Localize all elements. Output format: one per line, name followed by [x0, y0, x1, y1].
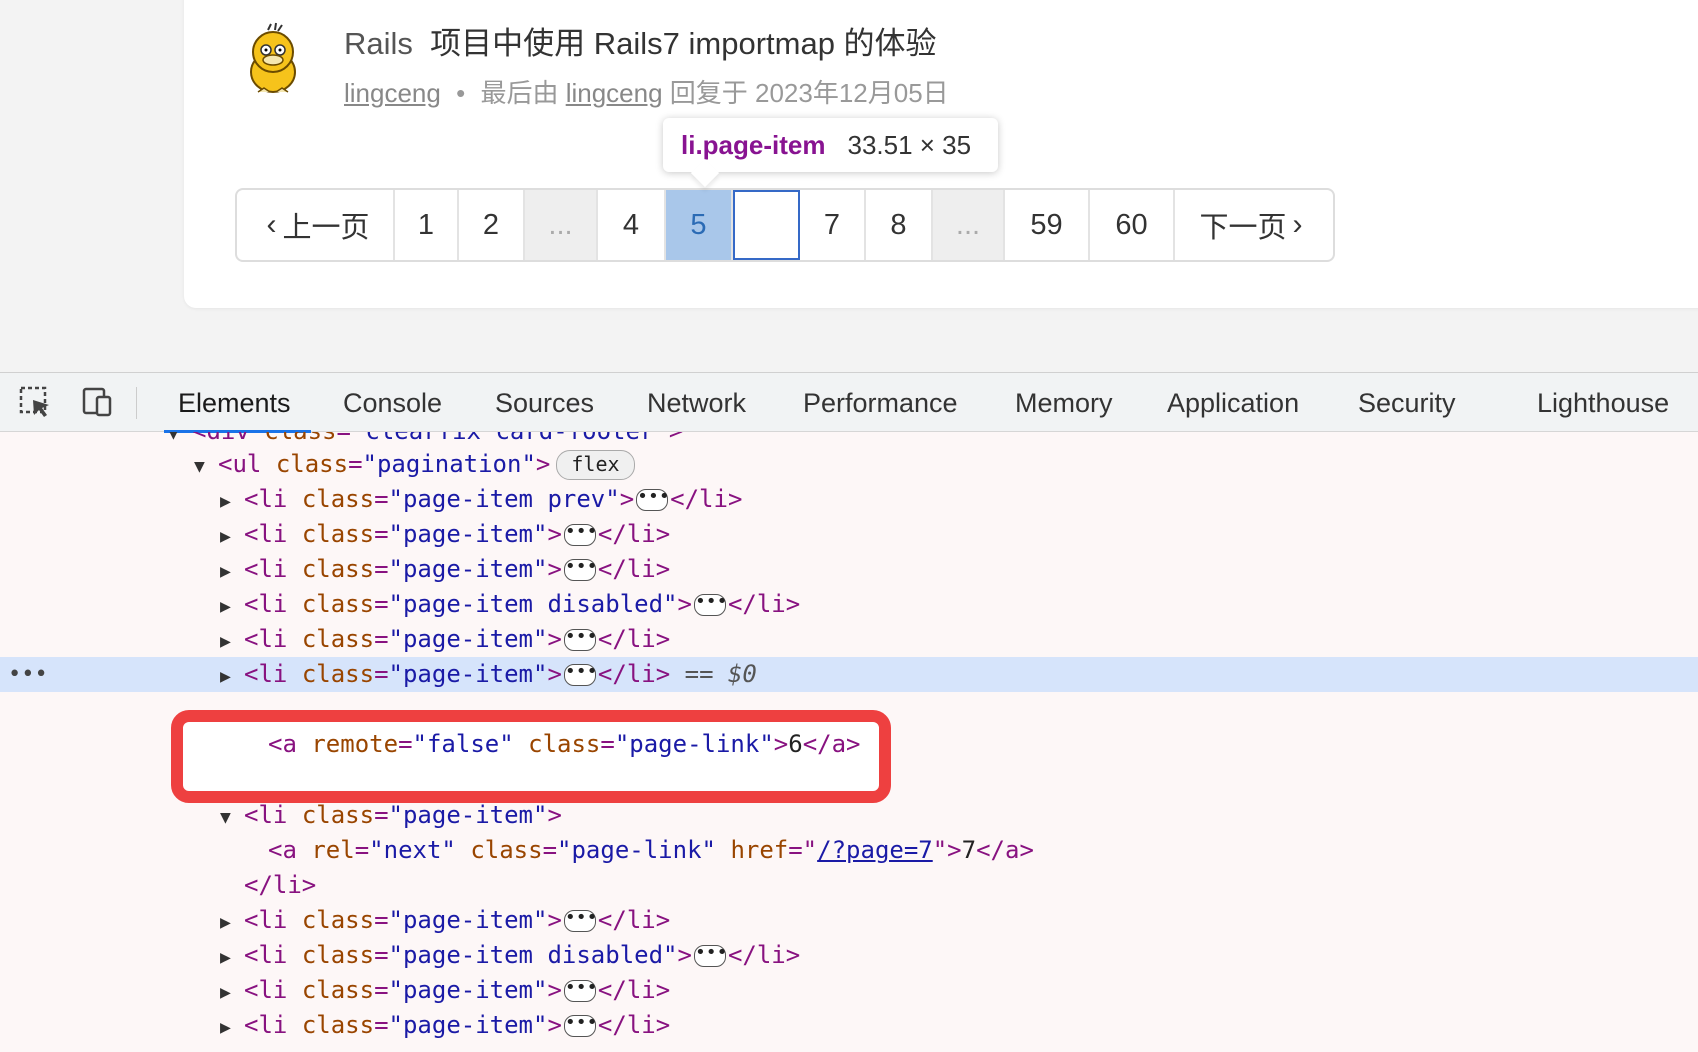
- ellipsis-icon[interactable]: •••: [693, 944, 727, 967]
- tree-node-ul[interactable]: ▼ <ul class="pagination"> flex: [194, 447, 635, 482]
- tree-node-selected[interactable]: ••• ▶ <li class="page-item"> •••</li> == $…: [0, 657, 1698, 692]
- topic-title[interactable]: Rails 项目中使用 Rails7 importmap 的体验: [344, 18, 937, 63]
- chevron-right-icon: ›: [1292, 208, 1303, 241]
- chevron-left-icon: ‹: [266, 208, 277, 241]
- tree-node-li[interactable]: ▶ <li class="page-item"> •••</li>: [220, 903, 670, 938]
- meta-separator: •: [456, 78, 466, 108]
- toolbar-separator: [136, 387, 137, 419]
- tree-node-li[interactable]: ▶ <li class="page-item"> •••</li>: [220, 622, 670, 657]
- page-7[interactable]: 7: [800, 190, 866, 260]
- tab-sources[interactable]: Sources: [495, 373, 594, 433]
- tab-elements[interactable]: Elements: [164, 373, 311, 433]
- tree-node-a[interactable]: <a rel="next" class="page-link" href="/?…: [268, 833, 1034, 868]
- topic-title-prefix: Rails: [344, 26, 413, 61]
- tab-network[interactable]: Network: [647, 373, 746, 433]
- collapse-triangle-icon[interactable]: ▼: [220, 800, 244, 835]
- tree-node-li[interactable]: ▶ <li class="page-item prev"> •••</li>: [220, 482, 742, 517]
- ellipsis-icon[interactable]: •••: [563, 909, 597, 932]
- tooltip-dimensions: 33.51 × 35: [847, 129, 972, 160]
- ellipsis-icon[interactable]: •••: [563, 558, 597, 581]
- tree-node-a[interactable]: <a remote="false" class="page-link">6</a…: [268, 727, 860, 762]
- page-gap: ...: [933, 190, 1005, 260]
- last-reply-user-link[interactable]: lingceng: [566, 78, 663, 108]
- prev-page-label: 上一页: [282, 212, 370, 244]
- tree-node-li[interactable]: ▶ <li class="page-item"> •••</li>: [220, 1008, 670, 1043]
- expand-triangle-icon[interactable]: ▶: [220, 1010, 244, 1045]
- tab-memory[interactable]: Memory: [1015, 373, 1113, 433]
- devtools-panel: Elements Console Sources Network Perform…: [0, 372, 1698, 1052]
- page-60[interactable]: 60: [1090, 190, 1175, 260]
- tree-node-li[interactable]: ▶ <li class="page-item"> •••</li>: [220, 517, 670, 552]
- tree-node-li[interactable]: ▶ <li class="page-item disabled"> •••</li>: [220, 587, 800, 622]
- page-4[interactable]: 4: [598, 190, 666, 260]
- page-gap: ...: [525, 190, 598, 260]
- page-2[interactable]: 2: [459, 190, 525, 260]
- next-page-button[interactable]: 下一页 ›: [1175, 190, 1333, 260]
- prev-page-button[interactable]: ‹ 上一页: [237, 190, 395, 260]
- next-page-label: 下一页: [1199, 212, 1287, 244]
- collapse-triangle-icon[interactable]: ▼: [168, 432, 192, 451]
- tab-security[interactable]: Security: [1358, 373, 1456, 433]
- user-avatar[interactable]: [238, 22, 308, 98]
- page-6-current[interactable]: [733, 190, 800, 260]
- expand-triangle-icon[interactable]: ▶: [220, 554, 244, 589]
- expand-triangle-icon[interactable]: ▶: [220, 975, 244, 1010]
- tab-console[interactable]: Console: [343, 373, 442, 433]
- expand-triangle-icon[interactable]: ▶: [220, 624, 244, 659]
- inspect-tooltip: li.page-item 33.51 × 35: [663, 118, 998, 188]
- tab-application[interactable]: Application: [1167, 373, 1299, 433]
- tree-node-close: </li>: [244, 871, 317, 899]
- flex-badge[interactable]: flex: [556, 450, 635, 480]
- ellipsis-icon[interactable]: •••: [636, 488, 670, 511]
- elements-tree: ▼<div class="clearfix card-footer"> ▼<ul…: [0, 432, 1698, 1052]
- ellipsis-icon[interactable]: •••: [563, 628, 597, 651]
- tree-node-li[interactable]: ▶ <li class="page-item disabled"> •••</li>: [220, 938, 800, 973]
- inspect-element-icon[interactable]: [18, 385, 52, 419]
- ellipsis-icon[interactable]: •••: [693, 593, 727, 616]
- page-59[interactable]: 59: [1005, 190, 1090, 260]
- ellipsis-icon[interactable]: •••: [563, 663, 597, 686]
- ellipsis-icon[interactable]: •••: [563, 523, 597, 546]
- expand-triangle-icon[interactable]: ▶: [220, 940, 244, 975]
- ellipsis-icon[interactable]: •••: [563, 979, 597, 1002]
- page-8[interactable]: 8: [866, 190, 933, 260]
- topic-meta: lingceng • 最后由 lingceng 回复于 2023年12月05日: [344, 73, 949, 110]
- expand-triangle-icon[interactable]: ▶: [220, 484, 244, 519]
- tab-performance[interactable]: Performance: [803, 373, 958, 433]
- browser-page: Rails 项目中使用 Rails7 importmap 的体验 lingcen…: [0, 0, 1698, 372]
- page-1[interactable]: 1: [395, 190, 459, 260]
- devtools-toolbar: Elements Console Sources Network Perform…: [0, 372, 1698, 433]
- tab-lighthouse[interactable]: Lighthouse: [1537, 373, 1669, 433]
- tree-node-li[interactable]: ▶ <li class="page-item"> •••</li>: [220, 973, 670, 1008]
- tooltip-selector: li.page-item: [681, 129, 826, 160]
- tree-node-li[interactable]: ▶ <li class="page-item"> •••</li>: [220, 552, 670, 587]
- page-5[interactable]: 5: [666, 190, 733, 260]
- author-link[interactable]: lingceng: [344, 78, 441, 108]
- href-link[interactable]: /?page=7: [817, 836, 933, 864]
- topic-title-text: 项目中使用 Rails7 importmap 的体验: [430, 26, 937, 61]
- reply-time: 回复于 2023年12月05日: [669, 78, 949, 108]
- collapse-triangle-icon[interactable]: ▼: [194, 449, 218, 484]
- ellipsis-icon[interactable]: •••: [563, 1014, 597, 1037]
- pagination: ‹ 上一页 1 2 ... 4 5 7 8 ... 59 60 下一页 ›: [235, 188, 1335, 262]
- more-options-icon[interactable]: •••: [8, 657, 48, 692]
- device-toolbar-icon[interactable]: [80, 385, 114, 419]
- tree-node-li[interactable]: ▼ <li class="page-item">: [220, 798, 562, 833]
- last-reply-label: 最后由: [480, 78, 559, 108]
- expand-triangle-icon[interactable]: ▶: [220, 589, 244, 624]
- expand-triangle-icon[interactable]: ▶: [220, 905, 244, 940]
- expand-triangle-icon[interactable]: ▶: [220, 519, 244, 554]
- expand-triangle-icon[interactable]: ▶: [220, 659, 244, 694]
